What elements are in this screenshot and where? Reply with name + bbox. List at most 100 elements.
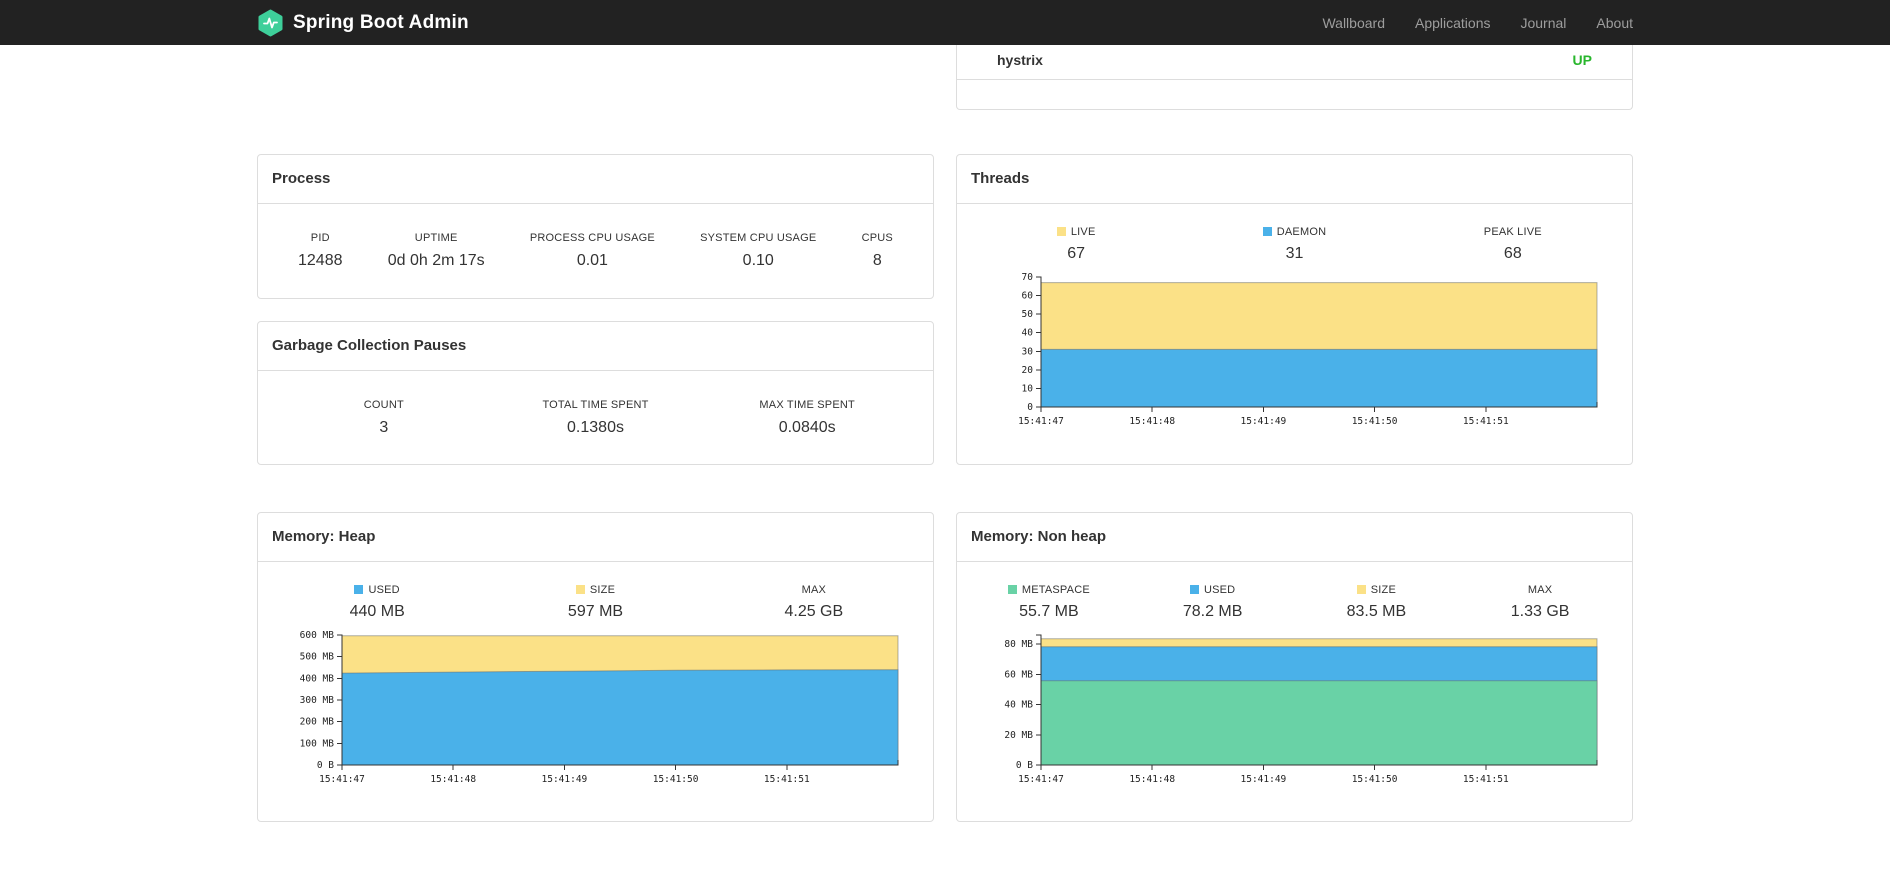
threads-title: Threads [971,170,1030,187]
nav-links: Wallboard Applications Journal About [1307,15,1633,31]
legend-value: 1.33 GB [1510,603,1570,620]
svg-text:15:41:51: 15:41:51 [1462,416,1508,427]
svg-text:400 MB: 400 MB [299,673,334,684]
svg-text:20 MB: 20 MB [1004,730,1033,741]
legend-used: USED 440 MB [268,584,486,621]
metric-value: 0d 0h 2m 17s [387,252,485,269]
size-swatch [575,585,585,594]
metric-total-time-spent: TOTAL TIME SPENT 0.1380s [490,399,702,437]
metric-value: 12488 [298,252,343,269]
middle-row: Process PID 12488 UPTIME 0d 0h 2m 17s PR… [257,154,1633,465]
svg-text:300 MB: 300 MB [299,695,334,706]
legend-metaspace: METASPACE 55.7 MB [967,584,1131,621]
svg-text:30: 30 [1021,346,1033,357]
nav-wallboard[interactable]: Wallboard [1307,15,1400,31]
svg-text:15:41:48: 15:41:48 [1129,774,1175,785]
legend-used: USED 78.2 MB [1131,584,1295,621]
nav-applications[interactable]: Applications [1400,15,1506,31]
legend-value: 31 [1285,245,1304,262]
legend-label: METASPACE [967,584,1131,596]
legend-value: 597 MB [567,603,624,620]
gc-metrics: COUNT 3 TOTAL TIME SPENT 0.1380s MAX TIM… [258,371,933,437]
navbar-inner: Spring Boot Admin Wallboard Applications… [257,0,1633,45]
metric-value: 3 [379,419,389,436]
svg-text:15:41:50: 15:41:50 [652,774,698,785]
legend-value: 440 MB [349,603,405,620]
service-name: hystrix [997,52,1043,68]
legend-text: PEAK LIVE [1483,226,1542,238]
legend-value: 83.5 MB [1346,603,1407,620]
metric-max-time-spent: MAX TIME SPENT 0.0840s [701,399,913,437]
metric-process-cpu-usage: PROCESS CPU USAGE 0.01 [530,232,655,270]
spring-boot-logo-icon [258,9,283,36]
legend-label: MAX [705,584,923,596]
svg-text:600 MB: 600 MB [299,630,334,641]
svg-text:60 MB: 60 MB [1004,669,1033,680]
svg-text:15:41:51: 15:41:51 [763,774,809,785]
brand-title: Spring Boot Admin [293,11,469,33]
threads-panel-heading: Threads [957,155,1632,204]
main-content: hystrix UP Process PID 12488 UPTIME 0d 0… [257,45,1633,822]
memory-nonheap-legend: METASPACE 55.7 MB USED 78.2 MB SIZE 83.5… [957,562,1632,621]
metric-system-cpu-usage: SYSTEM CPU USAGE 0.10 [700,232,816,270]
svg-text:200 MB: 200 MB [299,717,334,728]
memory-nonheap-panel-heading: Memory: Non heap [957,513,1632,562]
legend-max: MAX 4.25 GB [705,584,923,621]
metric-label: CPUS [861,232,893,244]
brand-link[interactable]: Spring Boot Admin [257,9,469,37]
legend-size: SIZE 597 MB [486,584,704,621]
svg-text:15:41:50: 15:41:50 [1351,774,1397,785]
legend-text: USED [368,584,400,596]
metric-label: PROCESS CPU USAGE [529,232,655,244]
nav-about[interactable]: About [1581,15,1633,31]
metric-label: PID [310,232,330,244]
health-panel-spacer [957,80,1632,109]
status-badge: UP [1572,52,1592,68]
legend-value: 78.2 MB [1182,603,1243,620]
legend-daemon: DAEMON 31 [1185,226,1403,263]
svg-text:15:41:51: 15:41:51 [1462,774,1508,785]
metric-label: TOTAL TIME SPENT [542,399,649,411]
svg-text:15:41:49: 15:41:49 [1240,416,1286,427]
svg-text:15:41:48: 15:41:48 [430,774,476,785]
svg-text:80 MB: 80 MB [1004,639,1033,650]
legend-label: SIZE [486,584,704,596]
top-row: hystrix UP [257,45,1633,110]
threads-legend: LIVE 67 DAEMON 31 PEAK LIVE 68 [957,204,1632,263]
svg-text:50: 50 [1021,309,1033,320]
legend-text: MAX [801,584,827,596]
nav-journal[interactable]: Journal [1505,15,1581,31]
metric-label: UPTIME [414,232,458,244]
memory-nonheap-title: Memory: Non heap [971,528,1107,545]
legend-max: MAX 1.33 GB [1458,584,1622,621]
svg-text:0 B: 0 B [316,760,333,771]
svg-text:15:41:47: 15:41:47 [1018,416,1064,427]
process-title: Process [272,170,331,187]
daemon-swatch [1262,227,1272,236]
metric-value: 0.0840s [778,419,836,436]
svg-text:20: 20 [1021,365,1033,376]
navbar: Spring Boot Admin Wallboard Applications… [0,0,1890,45]
metric-value: 0.1380s [567,419,624,436]
health-panel: hystrix UP [956,45,1633,110]
memory-nonheap-chart: 0 B 20 MB 40 MB 60 MB 80 MB 15:41:47 15:41:48 1… [967,627,1623,792]
legend-value: 68 [1503,245,1522,262]
memory-heap-panel-heading: Memory: Heap [258,513,933,562]
svg-text:60: 60 [1021,291,1033,302]
svg-text:15:41:50: 15:41:50 [1351,416,1397,427]
legend-size: SIZE 83.5 MB [1295,584,1459,621]
memory-heap-legend: USED 440 MB SIZE 597 MB MAX 4.25 GB [258,562,933,621]
svg-text:100 MB: 100 MB [299,738,334,749]
svg-text:15:41:48: 15:41:48 [1129,416,1175,427]
metric-uptime: UPTIME 0d 0h 2m 17s [388,232,485,270]
metric-value: 0.01 [576,252,608,269]
legend-label: USED [1131,584,1295,596]
legend-label: USED [268,584,486,596]
metric-label: COUNT [363,399,404,411]
health-row-hystrix: hystrix UP [957,45,1632,80]
legend-live: LIVE 67 [967,226,1185,263]
legend-value: 4.25 GB [784,603,844,620]
legend-label: LIVE [967,226,1185,238]
svg-text:15:41:49: 15:41:49 [1240,774,1286,785]
bottom-row: Memory: Heap USED 440 MB SIZE 597 MB MAX… [257,512,1633,822]
